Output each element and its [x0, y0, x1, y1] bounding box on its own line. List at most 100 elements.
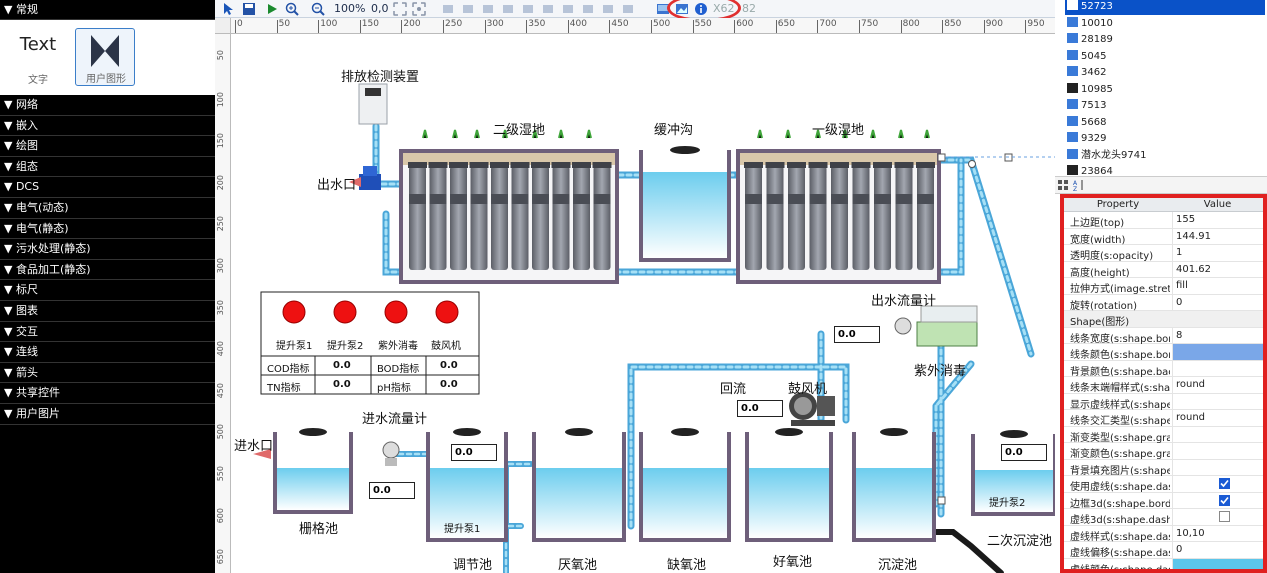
tree-item[interactable]: 23864: [1067, 164, 1113, 176]
property-row[interactable]: 线条交汇类型(s:shape.join)round: [1064, 410, 1263, 427]
align-icon[interactable]: [561, 2, 575, 16]
play-icon[interactable]: [265, 2, 279, 16]
property-row[interactable]: 虚线样式(s:shape.dash.pattern)10,10: [1064, 525, 1263, 543]
property-value[interactable]: 8: [1172, 327, 1263, 344]
category-item[interactable]: ▼ 共享控件: [0, 383, 215, 404]
tree-item[interactable]: 9329: [1067, 131, 1106, 147]
property-row[interactable]: 使用虚线(s:shape.dash): [1064, 476, 1263, 493]
tree-item[interactable]: 7513: [1067, 98, 1106, 114]
checkbox[interactable]: [1219, 494, 1230, 506]
category-item[interactable]: ▼ 绘图: [0, 136, 215, 157]
palette-item-user-shape[interactable]: 用户图形: [75, 28, 135, 86]
category-item[interactable]: ▼ 食品加工(静态): [0, 259, 215, 281]
drawing-canvas[interactable]: 排放检测装置 二级湿地 缓冲沟 一级湿地 出水口 出水流量计 紫外消毒 进水流量…: [231, 34, 1055, 573]
property-value[interactable]: 155: [1172, 212, 1263, 228]
category-item[interactable]: ▼ 嵌入: [0, 115, 215, 137]
property-row[interactable]: 透明度(s:opacity) 1: [1064, 245, 1263, 262]
secondary-value[interactable]: 0.0: [1001, 444, 1047, 461]
adjust-value[interactable]: 0.0: [451, 444, 497, 461]
tree-item[interactable]: 52723: [1065, 0, 1265, 15]
property-row[interactable]: 渐变类型(s:shape.gradient): [1064, 426, 1263, 444]
property-value[interactable]: fill: [1172, 278, 1263, 294]
property-row[interactable]: 边框3d(s:shape.border.3d): [1064, 492, 1263, 510]
property-value[interactable]: [1172, 558, 1263, 569]
align-icon[interactable]: [441, 2, 455, 16]
origin-coord[interactable]: 0,0: [371, 1, 389, 17]
align-icon[interactable]: [621, 2, 635, 16]
property-row[interactable]: 虚线偏移(s:shape.dash.offset)0: [1064, 542, 1263, 559]
tree-item[interactable]: 5045: [1067, 49, 1106, 65]
category-item[interactable]: ▼ 图表: [0, 300, 215, 322]
sort-icon[interactable]: AZ: [1073, 179, 1085, 191]
category-item[interactable]: ▼ 交互: [0, 321, 215, 343]
checkbox[interactable]: [1219, 478, 1230, 489]
category-item[interactable]: ▼ 组态: [0, 156, 215, 178]
property-row[interactable]: 虚线颜色(s:shape.dash.color): [1064, 558, 1263, 569]
property-row[interactable]: 旋转(rotation) 0: [1064, 294, 1263, 312]
property-row[interactable]: 宽度(width) 144.91: [1064, 228, 1263, 246]
align-icon[interactable]: [601, 2, 615, 16]
property-value[interactable]: 401.62: [1172, 261, 1263, 278]
category-item[interactable]: ▼ 电气(静态): [0, 218, 215, 240]
align-icon[interactable]: [501, 2, 515, 16]
palette-item-text[interactable]: Text 文字: [8, 28, 68, 86]
category-item[interactable]: ▼ DCS: [0, 177, 215, 198]
property-row[interactable]: 线条末端帽样式(s:shape.cap)round: [1064, 377, 1263, 394]
category-item[interactable]: ▼ 标尺: [0, 280, 215, 301]
property-value[interactable]: round: [1172, 377, 1263, 393]
property-row[interactable]: 高度(height) 401.62: [1064, 261, 1263, 279]
property-row[interactable]: 虚线3d(s:shape.dash.3d): [1064, 509, 1263, 526]
property-value[interactable]: [1172, 459, 1263, 476]
align-icon[interactable]: [521, 2, 535, 16]
fit-selection-icon[interactable]: [412, 2, 426, 16]
reflux-value[interactable]: 0.0: [737, 400, 783, 417]
zoom-out-icon[interactable]: [311, 2, 325, 16]
align-icon[interactable]: [461, 2, 475, 16]
tree-item[interactable]: 10985: [1067, 82, 1113, 98]
property-value[interactable]: 0: [1172, 542, 1263, 558]
category-item[interactable]: ▼ 连线: [0, 342, 215, 363]
align-icon[interactable]: [541, 2, 555, 16]
property-row[interactable]: 背景填充图片(s:shape.image): [1064, 459, 1263, 477]
property-row[interactable]: 线条颜色(s:shape.border.color): [1064, 344, 1263, 361]
tree-item[interactable]: 3462: [1067, 65, 1106, 81]
property-value[interactable]: [1172, 426, 1263, 443]
category-item[interactable]: ▼ 用户图片: [0, 403, 215, 425]
category-item[interactable]: ▼ 网络: [0, 95, 215, 116]
property-section[interactable]: Shape(图形): [1064, 311, 1263, 328]
pointer-icon[interactable]: [221, 2, 235, 16]
property-value[interactable]: 10,10: [1172, 525, 1263, 542]
save-icon[interactable]: [242, 2, 256, 16]
fit-icon[interactable]: [393, 2, 407, 16]
outflow-value[interactable]: 0.0: [834, 326, 880, 343]
category-general[interactable]: ▼ 常规: [0, 0, 215, 20]
inflow-value[interactable]: 0.0: [369, 482, 415, 499]
category-item[interactable]: ▼ 箭头: [0, 362, 215, 384]
tree-item[interactable]: 5668: [1067, 115, 1106, 131]
property-value[interactable]: [1172, 393, 1263, 410]
zoom-level[interactable]: 100%: [334, 1, 365, 17]
align-icon[interactable]: [581, 2, 595, 16]
property-value[interactable]: [1172, 492, 1263, 509]
property-value[interactable]: [1172, 360, 1263, 377]
tree-item[interactable]: 10010: [1067, 16, 1113, 32]
property-row[interactable]: 拉伸方式(image.stretch)fill: [1064, 278, 1263, 295]
checkbox[interactable]: [1219, 511, 1230, 522]
property-value[interactable]: [1172, 443, 1263, 459]
property-value[interactable]: 144.91: [1172, 228, 1263, 245]
property-row[interactable]: 显示虚线样式(s:shape.dash): [1064, 393, 1263, 411]
property-row[interactable]: 线条宽度(s:shape.border.width)8: [1064, 327, 1263, 345]
property-value[interactable]: 0: [1172, 294, 1263, 311]
property-value[interactable]: 1: [1172, 245, 1263, 261]
tree-item[interactable]: 28189: [1067, 32, 1113, 48]
property-row[interactable]: 背景颜色(s:shape.background): [1064, 360, 1263, 378]
property-row[interactable]: 上边距(top) 155: [1064, 212, 1263, 229]
property-value[interactable]: [1172, 509, 1263, 525]
property-value[interactable]: [1172, 344, 1263, 360]
align-icon[interactable]: [481, 2, 495, 16]
grid-icon[interactable]: [1057, 179, 1069, 191]
category-item[interactable]: ▼ 污水处理(静态): [0, 239, 215, 260]
property-row[interactable]: 渐变颜色(s:shape.gradient.color): [1064, 443, 1263, 460]
property-value[interactable]: [1172, 476, 1263, 492]
property-value[interactable]: round: [1172, 410, 1263, 426]
